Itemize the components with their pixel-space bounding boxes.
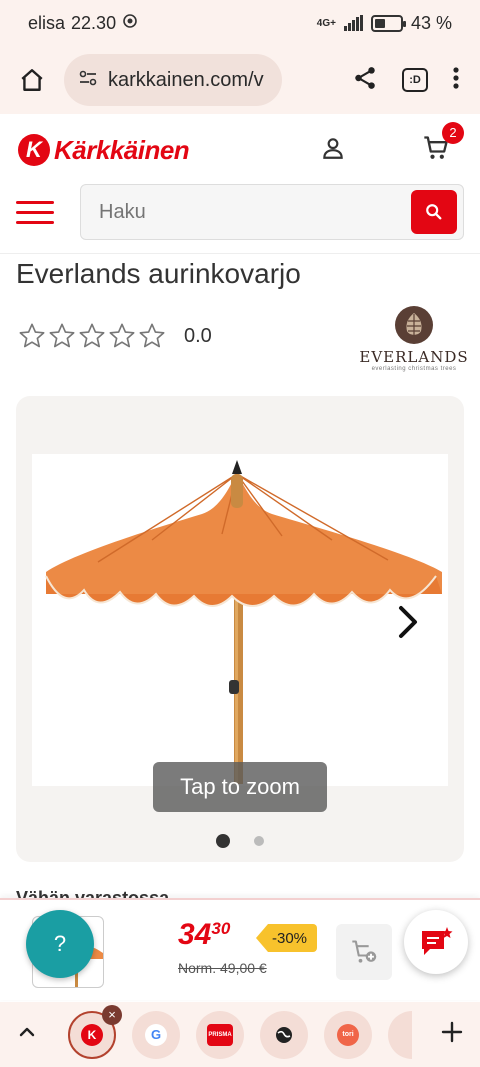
gallery-pagination bbox=[16, 834, 464, 848]
clock: 22.30 bbox=[71, 12, 117, 33]
gallery-dot[interactable] bbox=[216, 834, 230, 848]
prisma-favicon-icon: PRISMA bbox=[207, 1023, 233, 1046]
carrier-name: elisa bbox=[28, 12, 66, 33]
star-icon bbox=[79, 323, 105, 348]
star-icon bbox=[139, 323, 165, 348]
expand-tabs-chevron-up-icon[interactable] bbox=[16, 1021, 38, 1048]
chat-icon bbox=[422, 927, 453, 955]
star-icon bbox=[109, 323, 135, 348]
address-bar[interactable]: karkkainen.com/v bbox=[64, 54, 282, 106]
hotspot-icon bbox=[122, 13, 138, 34]
tori-favicon-icon: tori bbox=[337, 1023, 359, 1046]
stock-status: Vähän varastossa bbox=[16, 888, 170, 898]
search-button[interactable] bbox=[411, 190, 457, 234]
search-icon bbox=[426, 204, 442, 220]
new-tab-plus-icon[interactable] bbox=[440, 1020, 464, 1049]
logo-text: Kärkkäinen bbox=[54, 134, 190, 165]
home-icon[interactable] bbox=[12, 60, 52, 100]
price-cents: 30 bbox=[211, 919, 231, 938]
gallery-dot[interactable] bbox=[254, 836, 264, 846]
original-price: Norm. 49,00 € bbox=[178, 960, 267, 976]
battery-icon bbox=[370, 14, 406, 32]
battery-percent: 43 % bbox=[410, 12, 452, 33]
help-button[interactable]: ? bbox=[26, 910, 94, 978]
discount-badge: -30% bbox=[256, 924, 318, 952]
product-image[interactable] bbox=[32, 454, 448, 786]
site-logo[interactable]: K Kärkkäinen bbox=[18, 134, 190, 166]
globe-icon bbox=[276, 1026, 292, 1043]
tab-prisma[interactable]: PRISMA bbox=[196, 1010, 244, 1059]
tab-tori[interactable]: tori bbox=[324, 1010, 372, 1059]
share-icon[interactable] bbox=[352, 65, 378, 96]
brand-tagline: everlasting christmas trees bbox=[371, 366, 457, 372]
add-to-cart-icon bbox=[352, 940, 377, 963]
rating-value: 0.0 bbox=[184, 324, 212, 347]
account-icon[interactable] bbox=[320, 135, 346, 166]
browser-tab-strip: K × G PRISMA tori bbox=[0, 1002, 480, 1067]
star-icon bbox=[49, 323, 75, 348]
product-gallery[interactable]: Tap to zoom bbox=[16, 396, 464, 862]
chat-button[interactable] bbox=[404, 910, 468, 974]
site-header: K Kärkkäinen 2 bbox=[0, 116, 480, 254]
current-price: 34 30 bbox=[178, 920, 230, 950]
pinecone-icon bbox=[395, 306, 433, 344]
brand-logo[interactable]: EVERLANDS everlasting christmas trees bbox=[359, 306, 468, 374]
logo-mark-icon: K bbox=[18, 134, 50, 166]
add-to-cart-button[interactable] bbox=[336, 924, 392, 980]
tab-karkkainen[interactable]: K × bbox=[68, 1004, 122, 1059]
tab-switcher-button[interactable]: :D bbox=[402, 68, 428, 92]
tab-google[interactable]: G bbox=[132, 1010, 180, 1059]
google-favicon-icon: G bbox=[145, 1023, 167, 1046]
more-menu-icon[interactable] bbox=[452, 66, 460, 95]
cart-count-badge: 2 bbox=[442, 121, 464, 144]
tab-partial[interactable] bbox=[388, 1010, 412, 1059]
product-title: Everlands aurinkovarjo bbox=[16, 258, 301, 289]
star-icon bbox=[19, 323, 45, 348]
price-euros: 34 bbox=[178, 918, 212, 951]
cart-button[interactable]: 2 bbox=[422, 121, 464, 167]
karkkainen-favicon-icon: K bbox=[81, 1023, 103, 1046]
sticky-purchase-bar: ? 34 30 Norm. 49,00 € -30% bbox=[0, 898, 480, 1000]
rating-stars bbox=[18, 322, 166, 350]
menu-hamburger-icon[interactable] bbox=[16, 200, 54, 224]
brand-name: EVERLANDS bbox=[359, 348, 469, 366]
product-rating[interactable]: 0.0 bbox=[18, 322, 212, 350]
status-bar: elisa 22.30 4G+ 43 % bbox=[0, 0, 480, 46]
tab-globe[interactable] bbox=[260, 1010, 308, 1059]
next-image-arrow-icon[interactable] bbox=[392, 602, 424, 642]
url-text: karkkainen.com/v bbox=[108, 68, 264, 91]
tap-to-zoom-hint[interactable]: Tap to zoom bbox=[153, 762, 327, 812]
signal-icon bbox=[343, 15, 363, 31]
search-box bbox=[80, 184, 464, 240]
network-type: 4G+ bbox=[316, 17, 336, 29]
browser-toolbar: karkkainen.com/v :D bbox=[0, 46, 480, 114]
site-settings-icon[interactable] bbox=[78, 68, 98, 93]
close-tab-icon[interactable]: × bbox=[102, 1004, 122, 1025]
search-input[interactable] bbox=[99, 200, 411, 224]
